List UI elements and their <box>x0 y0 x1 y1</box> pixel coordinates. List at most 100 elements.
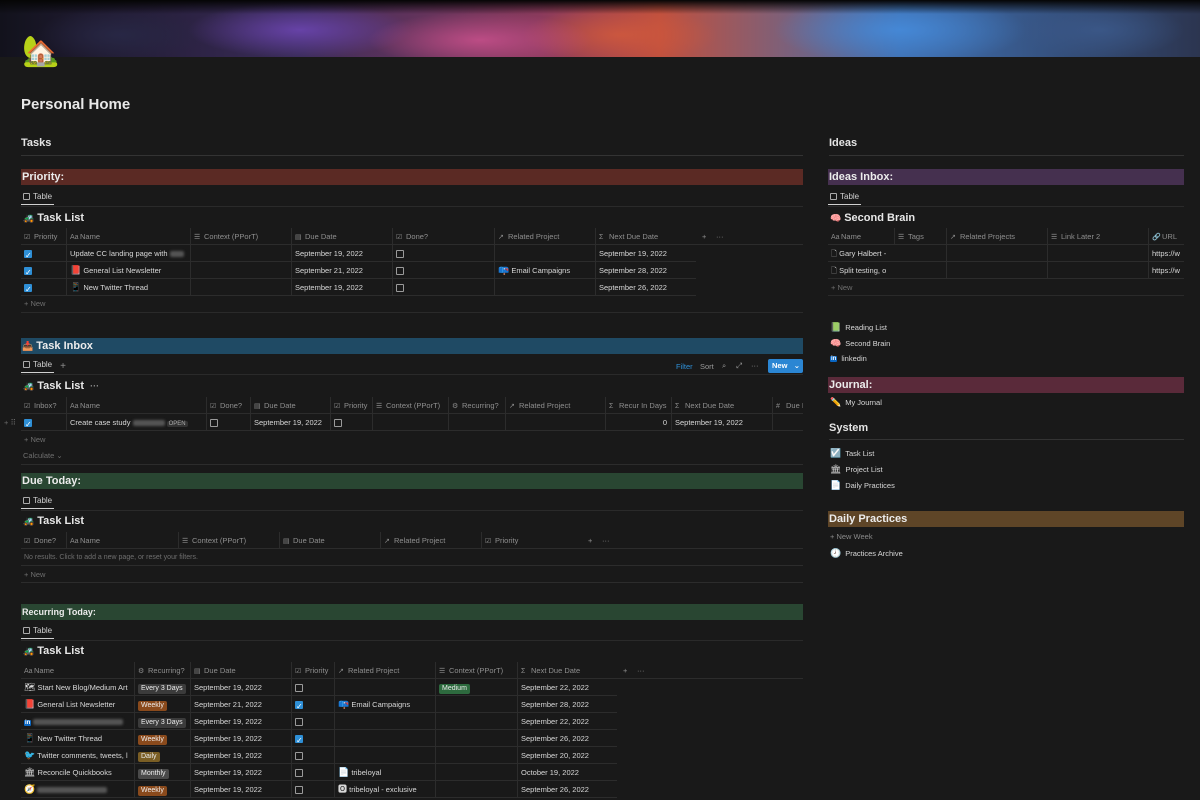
sort-button[interactable]: Sort <box>700 362 714 371</box>
add-property-icon[interactable]: + <box>699 228 711 245</box>
column-header[interactable]: ↗ Related Project <box>505 397 605 414</box>
priority-checkbox[interactable] <box>295 751 303 760</box>
column-header[interactable]: Σ Next Due Date <box>595 228 696 245</box>
table-row[interactable]: 📕 General List Newsletter September 21, … <box>21 262 696 279</box>
related-project-link[interactable]: Email Campaigns <box>511 266 570 275</box>
due-date[interactable]: September 19, 2022 <box>190 781 291 798</box>
recurring-db-title[interactable]: 🚜 Task List <box>23 645 84 657</box>
calculate-button[interactable]: Calculate ⌄ <box>23 451 63 460</box>
column-header[interactable]: ☑ Priority <box>291 662 334 679</box>
priority-checkbox[interactable] <box>295 698 303 713</box>
column-header[interactable]: ☰ Link Later 2 <box>1047 228 1148 245</box>
due-date[interactable]: September 19, 2022 <box>190 713 291 730</box>
column-header[interactable]: AaName <box>66 532 178 549</box>
priority-checkbox[interactable] <box>295 683 303 692</box>
column-header[interactable]: AaName <box>828 228 894 245</box>
priority-checkbox[interactable] <box>295 785 303 794</box>
row-name[interactable]: Reconcile Quickbooks <box>38 768 112 777</box>
row-name[interactable]: New Twitter Thread <box>83 283 148 292</box>
priority-checkbox[interactable] <box>24 281 32 296</box>
column-header[interactable]: ↗ Related Project <box>380 532 481 549</box>
drag-handle-icon[interactable]: + ⠿ <box>1 414 19 431</box>
table-row[interactable]: 🧭 Weekly September 19, 2022 🅾 tribeloyal -… <box>21 781 617 798</box>
priority-checkbox[interactable] <box>24 264 32 279</box>
column-header[interactable]: ☑ Priority <box>330 397 372 414</box>
add-property-icon[interactable]: + <box>620 662 632 679</box>
column-header[interactable]: ⚙ Recurring? <box>134 662 190 679</box>
column-header[interactable]: ☰ Context (PPorT) <box>190 228 291 245</box>
due-date[interactable]: September 19, 2022 <box>190 679 291 696</box>
add-row[interactable]: + New <box>21 566 803 583</box>
column-header[interactable]: ⚙ Recurring? <box>448 397 505 414</box>
due-date[interactable]: September 19, 2022 <box>291 245 392 262</box>
row-name[interactable]: General List Newsletter <box>37 700 115 709</box>
column-header[interactable]: ▤ Due Date <box>279 532 380 549</box>
row-name[interactable]: Twitter comments, tweets, l <box>37 751 127 760</box>
column-header[interactable]: Σ Next Due Date <box>517 662 617 679</box>
table-row[interactable]: 🗋 Split testing, o https://w <box>828 262 1184 279</box>
column-header[interactable]: AaName <box>21 662 134 679</box>
new-row-button[interactable]: + New <box>24 435 45 444</box>
due-date[interactable]: September 19, 2022 <box>250 414 330 431</box>
due-date[interactable]: September 21, 2022 <box>291 262 392 279</box>
related-project-link[interactable]: tribeloyal <box>351 768 381 777</box>
empty-state-row[interactable]: No results. Click to add a new page, or … <box>21 549 803 566</box>
column-header[interactable]: ▤ Due Date <box>291 228 392 245</box>
due-date[interactable]: September 21, 2022 <box>190 696 291 713</box>
page-title[interactable]: Personal Home <box>21 96 130 113</box>
table-row[interactable]: in Every 3 Days September 19, 2022 Septemb… <box>21 713 617 730</box>
priority-checkbox[interactable] <box>295 717 303 726</box>
table-view-tab[interactable]: Table <box>828 192 862 205</box>
column-header[interactable]: ☑ Inbox? <box>21 397 66 414</box>
table-row[interactable]: 📱 New Twitter Thread Weekly September 19, … <box>21 730 617 747</box>
table-row[interactable]: 🐦 Twitter comments, tweets, l Daily Septem… <box>21 747 617 764</box>
column-header[interactable]: Σ Recur In Days <box>605 397 671 414</box>
column-header[interactable]: # Due I <box>772 397 803 414</box>
due-date[interactable]: September 19, 2022 <box>190 747 291 764</box>
second-brain-db-title[interactable]: 🧠 Second Brain <box>830 212 915 224</box>
table-row[interactable]: 🗺 Start New Blog/Medium Art Every 3 Days S… <box>21 679 617 696</box>
row-name[interactable]: Split testing, o <box>839 266 886 275</box>
new-week-button[interactable]: + New Week <box>830 532 873 541</box>
column-header[interactable]: ☰ Context (PPorT) <box>178 532 279 549</box>
table-view-tab[interactable]: Table <box>21 192 55 205</box>
new-button[interactable]: New ⌄ <box>768 359 803 373</box>
column-header[interactable]: ↗ Related Project <box>494 228 595 245</box>
table-row[interactable]: 📕 General List Newsletter Weekly September… <box>21 696 617 713</box>
table-row[interactable]: 📱 New Twitter Thread September 19, 2022 … <box>21 279 696 296</box>
url-value[interactable]: https://w <box>1148 245 1184 262</box>
reading-list-link[interactable]: 📗 Reading List <box>830 322 887 333</box>
add-row[interactable]: + New <box>828 279 1184 296</box>
priority-checkbox[interactable] <box>295 768 303 777</box>
linkedin-link[interactable]: in linkedin <box>830 354 867 363</box>
add-row[interactable]: + New <box>21 296 803 313</box>
column-header[interactable]: ☑ Done? <box>206 397 250 414</box>
table-row[interactable]: Update CC landing page with September 19… <box>21 245 696 262</box>
daily-practices-link[interactable]: 📄 Daily Practices <box>830 480 895 491</box>
column-header[interactable]: ☑ Done? <box>21 532 66 549</box>
priority-db-title[interactable]: 🚜 Task List <box>23 212 84 224</box>
more-options-icon[interactable]: ··· <box>751 361 759 370</box>
priority-checkbox[interactable] <box>24 247 32 262</box>
due-today-db-title[interactable]: 🚜 Task List <box>23 515 84 527</box>
inbox-checkbox[interactable] <box>24 416 32 431</box>
new-row-button[interactable]: + New <box>24 299 45 308</box>
column-header[interactable]: ↗ Related Project <box>334 662 435 679</box>
priority-checkbox[interactable] <box>295 732 303 747</box>
due-date[interactable]: September 19, 2022 <box>291 279 392 296</box>
project-list-link[interactable]: 🏛 Project List <box>830 464 883 475</box>
related-project-link[interactable]: Email Campaigns <box>351 700 410 709</box>
expand-icon[interactable]: ⤢ <box>736 361 742 371</box>
more-options-icon[interactable]: ··· <box>634 662 648 679</box>
column-header[interactable]: ☑ Priority <box>481 532 582 549</box>
table-view-tab[interactable]: Table <box>21 496 55 509</box>
row-name[interactable]: Create case study <box>70 418 130 427</box>
done-checkbox[interactable] <box>396 283 404 292</box>
done-checkbox[interactable] <box>396 249 404 258</box>
column-header[interactable]: ☑ Priority <box>21 228 66 245</box>
task-list-link[interactable]: ☑️ Task List <box>830 448 874 459</box>
column-header[interactable]: ▤ Due Date <box>190 662 291 679</box>
column-header[interactable]: 🔗URL <box>1148 228 1184 245</box>
done-checkbox[interactable] <box>210 418 218 427</box>
add-row[interactable]: + New <box>21 431 803 448</box>
